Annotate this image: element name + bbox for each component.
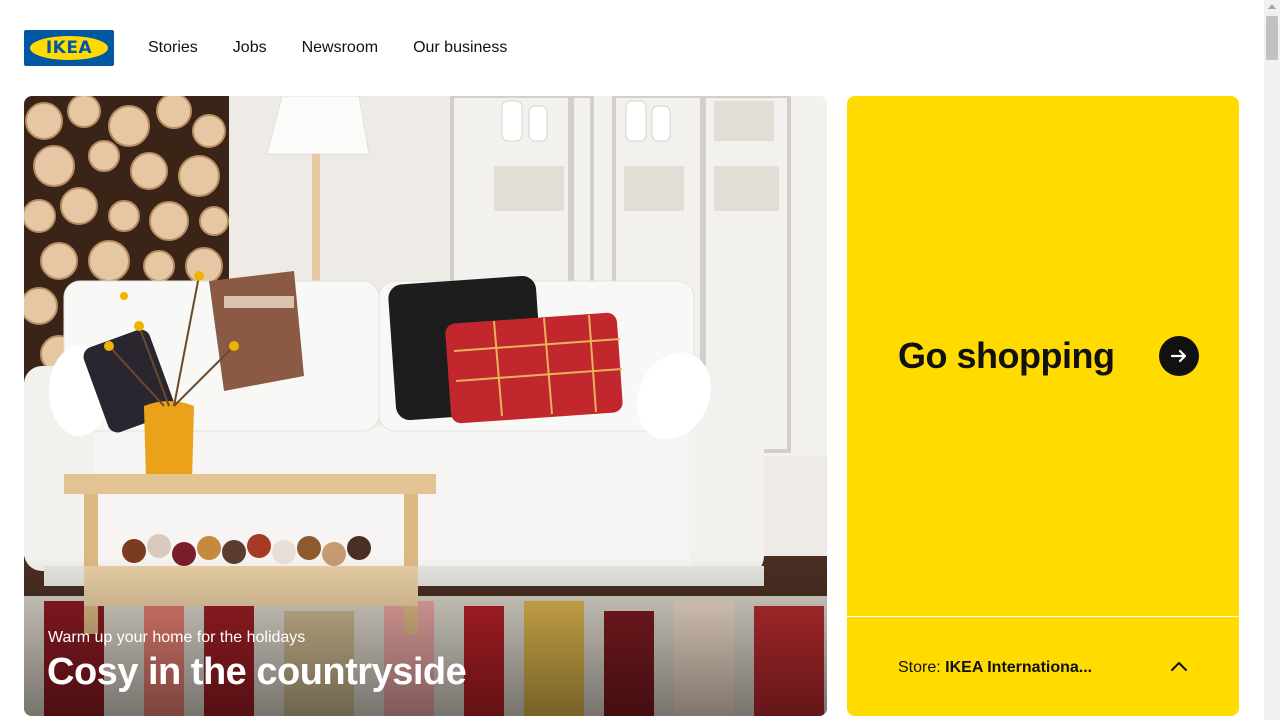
store-text: Store: IKEA Internationa...: [898, 659, 1092, 677]
nav-link-newsroom[interactable]: Newsroom: [302, 38, 378, 58]
panel-divider: [847, 616, 1239, 617]
go-shopping-link[interactable]: Go shopping: [898, 332, 1199, 380]
scroll-up-arrow-icon[interactable]: [1268, 4, 1276, 9]
site-header: IKEA Stories Jobs Newsroom Our business: [0, 0, 1264, 96]
nav-link-our-business[interactable]: Our business: [413, 38, 507, 58]
chevron-up-icon[interactable]: [1170, 659, 1188, 677]
go-shopping-panel: Go shopping Store: IKEA Internationa...: [847, 96, 1239, 716]
store-label: Store:: [898, 659, 941, 676]
main-nav: Stories Jobs Newsroom Our business: [148, 38, 542, 58]
nav-link-jobs[interactable]: Jobs: [233, 38, 267, 58]
hero-subtitle: Warm up your home for the holidays: [48, 629, 306, 646]
store-name: IKEA Internationa...: [945, 659, 1093, 676]
hero-card[interactable]: Warm up your home for the holidays Cosy …: [24, 96, 827, 716]
store-selector[interactable]: Store: IKEA Internationa...: [898, 657, 1188, 679]
hero-title: Cosy in the countryside: [47, 651, 467, 693]
scroll-thumb[interactable]: [1266, 16, 1278, 60]
page: IKEA Stories Jobs Newsroom Our business: [0, 0, 1264, 720]
nav-link-stories[interactable]: Stories: [148, 38, 198, 58]
vertical-scrollbar[interactable]: [1264, 0, 1280, 720]
go-shopping-title: Go shopping: [898, 335, 1115, 376]
logo-wordmark: IKEA: [45, 38, 93, 58]
arrow-right-icon[interactable]: [1159, 336, 1199, 376]
ikea-logo[interactable]: IKEA: [24, 30, 114, 66]
